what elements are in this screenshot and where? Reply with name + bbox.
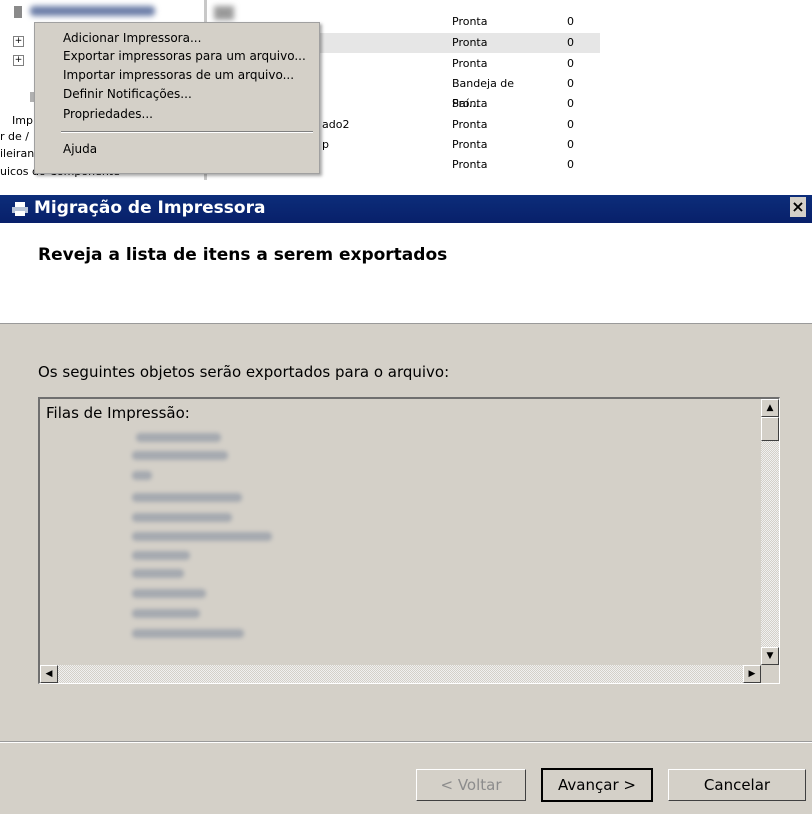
- printer-status: Pronta: [452, 36, 488, 49]
- close-icon[interactable]: ×: [790, 197, 806, 217]
- printer-jobs: 0: [567, 77, 574, 90]
- cancel-button[interactable]: Cancelar: [668, 769, 806, 801]
- scroll-thumb[interactable]: [761, 417, 779, 441]
- blurred-queue-name: [132, 471, 152, 480]
- blurred-queue-name: [132, 493, 242, 502]
- printer-migration-dialog: Migração de Impressora × Reveja a lista …: [0, 195, 812, 814]
- blurred-queue-name: [132, 589, 206, 598]
- title-bar[interactable]: Migração de Impressora ×: [0, 195, 812, 223]
- menu-item-set-notifications[interactable]: Definir Notificações...: [63, 85, 192, 103]
- printer-jobs: 0: [567, 138, 574, 151]
- blurred-queue-name: [132, 629, 244, 638]
- dialog-title: Migração de Impressora: [34, 198, 266, 218]
- page-title: Reveja a lista de itens a serem exportad…: [38, 245, 448, 265]
- export-list-content: Filas de Impressão:: [40, 399, 761, 665]
- printer-jobs: 0: [567, 158, 574, 171]
- scroll-left-arrow-icon[interactable]: ◀: [40, 665, 58, 683]
- vertical-scrollbar[interactable]: ▲ ▼: [761, 399, 779, 665]
- menu-item-import-printers[interactable]: Importar impressoras de um arquivo...: [63, 66, 294, 84]
- blurred-queue-name: [132, 532, 272, 541]
- scroll-right-arrow-icon[interactable]: ▶: [743, 665, 761, 683]
- scroll-up-arrow-icon[interactable]: ▲: [761, 399, 779, 417]
- blurred-queue-name: [132, 551, 190, 560]
- menu-item-export-printers[interactable]: Exportar impressoras para um arquivo...: [63, 47, 306, 65]
- blurred-queue-name: [132, 569, 184, 578]
- horizontal-scrollbar[interactable]: ◀ ▶: [40, 665, 761, 683]
- menu-separator: [61, 131, 313, 133]
- wizard-header: Reveja a lista de itens a serem exportad…: [0, 223, 812, 324]
- printer-status: Pronta: [452, 57, 488, 70]
- blurred-queue-name: [132, 513, 232, 522]
- blurred-queue-name: [136, 433, 221, 442]
- export-list[interactable]: Filas de Impressão: ▲ ▼ ◀ ▶: [38, 397, 780, 684]
- printer-icon: [12, 202, 28, 216]
- back-button[interactable]: < Voltar: [416, 769, 526, 801]
- blurred-queue-name: [132, 451, 228, 460]
- button-bar-separator: [0, 741, 812, 743]
- printer-jobs: 0: [567, 97, 574, 110]
- menu-item-properties[interactable]: Propriedades...: [63, 105, 153, 123]
- printer-status: Pronta: [452, 138, 488, 151]
- printer-jobs: 0: [567, 57, 574, 70]
- printer-jobs: 0: [567, 118, 574, 131]
- scroll-down-arrow-icon[interactable]: ▼: [761, 647, 779, 665]
- printer-status: Pronta: [452, 97, 488, 110]
- context-menu: Adicionar Impressora... Exportar impress…: [34, 22, 320, 174]
- printer-status: Pronta: [452, 118, 488, 131]
- printer-status: Pronta: [452, 15, 488, 28]
- console-snippet: + + Impr r de / ileiran uicos do Compone…: [0, 0, 812, 180]
- intro-text: Os seguintes objetos serão exportados pa…: [38, 363, 450, 381]
- printer-status: Pronta: [452, 158, 488, 171]
- blurred-queue-name: [132, 609, 200, 618]
- printer-jobs: 0: [567, 36, 574, 49]
- next-button[interactable]: Avançar >: [541, 768, 653, 802]
- menu-item-help[interactable]: Ajuda: [63, 140, 97, 158]
- printer-jobs: 0: [567, 15, 574, 28]
- menu-item-add-printer[interactable]: Adicionar Impressora...: [63, 29, 201, 47]
- printer-status: Bandeja de Saí...: [452, 77, 515, 110]
- scrollbar-corner: [761, 665, 779, 683]
- list-heading: Filas de Impressão:: [46, 404, 190, 422]
